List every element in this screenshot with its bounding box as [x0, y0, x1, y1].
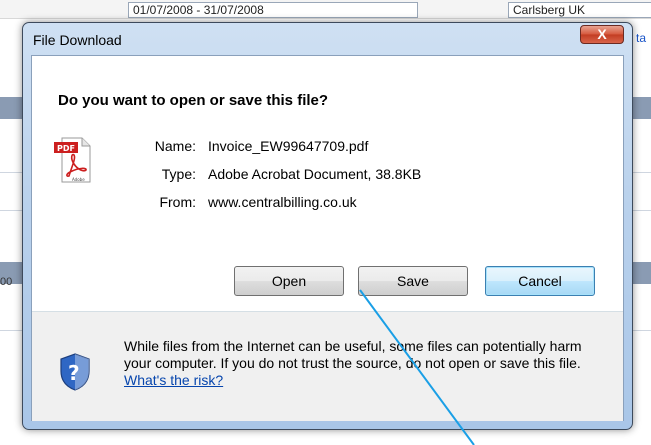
annotation-arrow — [359, 289, 475, 445]
